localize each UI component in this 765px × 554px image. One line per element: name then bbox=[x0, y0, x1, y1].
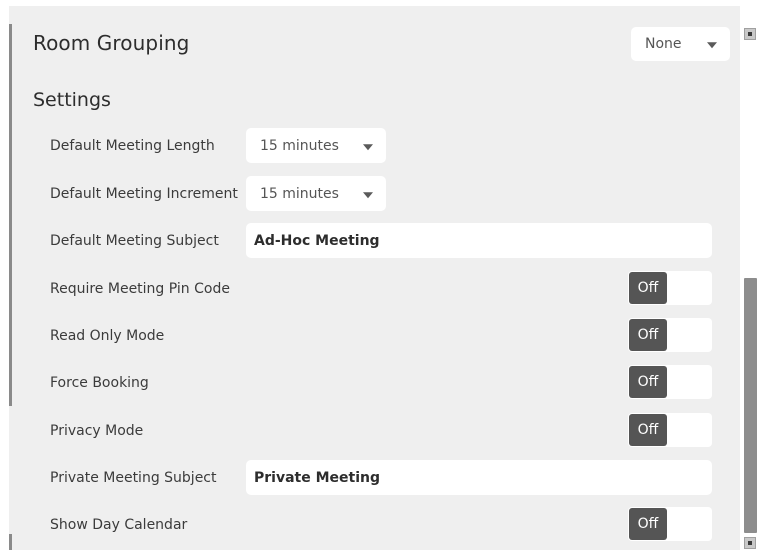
require-pin-code-label: Require Meeting Pin Code bbox=[50, 281, 230, 297]
toggle-state: Off bbox=[629, 508, 667, 540]
scroll-up-button[interactable] bbox=[744, 28, 756, 40]
read-only-mode-label: Read Only Mode bbox=[50, 328, 165, 344]
default-meeting-length-value: 15 minutes bbox=[260, 137, 339, 154]
require-pin-code-toggle[interactable]: Off bbox=[628, 271, 712, 305]
toggle-state: Off bbox=[629, 366, 667, 398]
chevron-down-icon bbox=[363, 191, 373, 198]
left-border bbox=[9, 24, 12, 406]
toggle-state: Off bbox=[629, 319, 667, 351]
settings-title: Settings bbox=[33, 89, 111, 111]
default-meeting-length-select[interactable]: 15 minutes bbox=[246, 128, 386, 163]
toggle-state: Off bbox=[629, 414, 667, 446]
chevron-down-icon bbox=[363, 143, 373, 150]
room-grouping-label: Room Grouping bbox=[33, 31, 190, 55]
room-grouping-value: None bbox=[645, 36, 682, 52]
default-meeting-increment-value: 15 minutes bbox=[260, 185, 339, 202]
privacy-mode-label: Privacy Mode bbox=[50, 423, 144, 439]
force-booking-toggle[interactable]: Off bbox=[628, 365, 712, 399]
default-meeting-length-label: Default Meeting Length bbox=[50, 138, 215, 154]
chevron-down-icon bbox=[707, 42, 717, 49]
default-meeting-increment-label: Default Meeting Increment bbox=[50, 186, 238, 202]
private-meeting-subject-input[interactable]: Private Meeting bbox=[246, 460, 712, 495]
room-grouping-select[interactable]: None bbox=[631, 27, 730, 61]
show-day-calendar-label: Show Day Calendar bbox=[50, 517, 188, 533]
default-meeting-increment-select[interactable]: 15 minutes bbox=[246, 176, 386, 211]
default-meeting-subject-input[interactable]: Ad-Hoc Meeting bbox=[246, 223, 712, 258]
toggle-state: Off bbox=[629, 272, 667, 304]
read-only-mode-toggle[interactable]: Off bbox=[628, 318, 712, 352]
privacy-mode-toggle[interactable]: Off bbox=[628, 413, 712, 447]
show-day-calendar-toggle[interactable]: Off bbox=[628, 507, 712, 541]
scroll-down-button[interactable] bbox=[744, 537, 756, 549]
default-meeting-subject-label: Default Meeting Subject bbox=[50, 233, 219, 249]
force-booking-label: Force Booking bbox=[50, 375, 149, 391]
scrollbar-thumb[interactable] bbox=[744, 278, 757, 533]
left-border-bottom bbox=[9, 534, 12, 550]
private-meeting-subject-label: Private Meeting Subject bbox=[50, 470, 217, 486]
